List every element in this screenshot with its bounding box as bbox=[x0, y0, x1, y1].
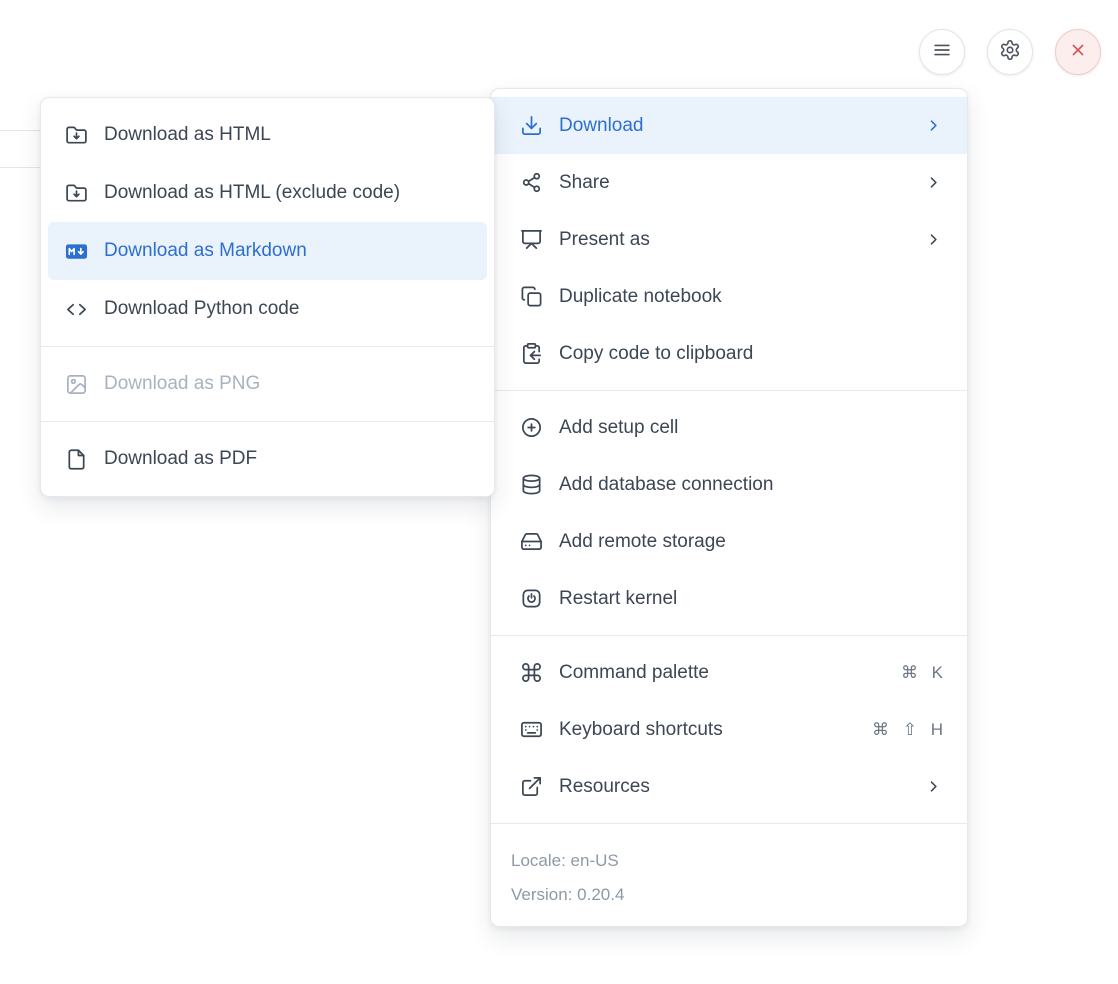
hamburger-menu-icon bbox=[931, 39, 953, 66]
version-text: Version: 0.20.4 bbox=[511, 878, 947, 912]
download-icon bbox=[519, 114, 543, 138]
image-icon bbox=[64, 372, 88, 396]
submenu-item-download-html[interactable]: Download as HTML bbox=[41, 106, 494, 164]
menu-item-label: Command palette bbox=[559, 662, 901, 684]
background-toolbar-fragment bbox=[0, 130, 40, 168]
notebook-actions-menu: Download Share Present as Duplicate note… bbox=[490, 88, 968, 927]
code-icon bbox=[64, 297, 88, 321]
menu-item-label: Present as bbox=[559, 229, 924, 251]
menu-item-present-as[interactable]: Present as bbox=[491, 211, 967, 268]
close-button[interactable] bbox=[1055, 29, 1101, 75]
external-link-icon bbox=[519, 775, 543, 799]
shortcut-hint: ⌘ K bbox=[901, 663, 943, 683]
hard-drive-icon bbox=[519, 530, 543, 554]
share-icon bbox=[519, 171, 543, 195]
download-submenu: Download as HTML Download as HTML (exclu… bbox=[40, 97, 495, 497]
folder-download-icon bbox=[64, 123, 88, 147]
locale-text: Locale: en-US bbox=[511, 844, 947, 878]
menu-item-share[interactable]: Share bbox=[491, 154, 967, 211]
menu-item-restart-kernel[interactable]: Restart kernel bbox=[491, 570, 967, 627]
keyboard-icon bbox=[519, 718, 543, 742]
menu-separator bbox=[41, 346, 494, 347]
settings-button[interactable] bbox=[987, 29, 1033, 75]
settings-gear-icon bbox=[999, 39, 1021, 66]
menu-item-add-setup-cell[interactable]: Add setup cell bbox=[491, 399, 967, 456]
presentation-icon bbox=[519, 228, 543, 252]
menu-item-add-database-connection[interactable]: Add database connection bbox=[491, 456, 967, 513]
menu-item-keyboard-shortcuts[interactable]: Keyboard shortcuts ⌘ ⇧ H bbox=[491, 701, 967, 758]
power-icon bbox=[519, 587, 543, 611]
folder-download-icon bbox=[64, 181, 88, 205]
menu-item-duplicate-notebook[interactable]: Duplicate notebook bbox=[491, 268, 967, 325]
chevron-right-icon bbox=[924, 173, 943, 192]
menu-item-label: Download bbox=[559, 115, 924, 137]
plus-circle-icon bbox=[519, 416, 543, 440]
menu-item-label: Keyboard shortcuts bbox=[559, 719, 872, 741]
menu-item-label: Restart kernel bbox=[559, 588, 943, 610]
menu-item-label: Add database connection bbox=[559, 474, 943, 496]
database-icon bbox=[519, 473, 543, 497]
chevron-right-icon bbox=[924, 777, 943, 796]
menu-item-label: Download as PNG bbox=[104, 373, 474, 395]
shortcut-hint: ⌘ ⇧ H bbox=[872, 720, 943, 740]
submenu-item-download-html-exclude-code[interactable]: Download as HTML (exclude code) bbox=[41, 164, 494, 222]
menu-item-label: Add setup cell bbox=[559, 417, 943, 439]
menu-item-label: Download as Markdown bbox=[104, 240, 474, 262]
menu-item-label: Resources bbox=[559, 776, 924, 798]
menu-item-download[interactable]: Download bbox=[491, 97, 967, 154]
menu-item-label: Copy code to clipboard bbox=[559, 343, 943, 365]
chevron-right-icon bbox=[924, 116, 943, 135]
menu-item-label: Download as PDF bbox=[104, 448, 474, 470]
menu-item-label: Duplicate notebook bbox=[559, 286, 943, 308]
menu-separator bbox=[41, 421, 494, 422]
chevron-right-icon bbox=[924, 230, 943, 249]
menu-item-command-palette[interactable]: Command palette ⌘ K bbox=[491, 644, 967, 701]
hamburger-menu-button[interactable] bbox=[919, 29, 965, 75]
menu-item-label: Download Python code bbox=[104, 298, 474, 320]
submenu-item-download-pdf[interactable]: Download as PDF bbox=[41, 430, 494, 488]
menu-separator bbox=[491, 823, 967, 824]
submenu-item-download-png: Download as PNG bbox=[41, 355, 494, 413]
menu-separator bbox=[491, 635, 967, 636]
menu-item-label: Add remote storage bbox=[559, 531, 943, 553]
menu-item-label: Share bbox=[559, 172, 924, 194]
markdown-icon bbox=[64, 239, 88, 263]
submenu-item-download-python-code[interactable]: Download Python code bbox=[41, 280, 494, 338]
clipboard-copy-icon bbox=[519, 342, 543, 366]
close-x-icon bbox=[1067, 39, 1089, 66]
menu-footer: Locale: en-US Version: 0.20.4 bbox=[491, 832, 967, 918]
menu-item-resources[interactable]: Resources bbox=[491, 758, 967, 815]
menu-item-label: Download as HTML bbox=[104, 124, 474, 146]
menu-item-copy-code[interactable]: Copy code to clipboard bbox=[491, 325, 967, 382]
duplicate-icon bbox=[519, 285, 543, 309]
header-buttons bbox=[919, 29, 1101, 75]
command-icon bbox=[519, 661, 543, 685]
file-icon bbox=[64, 447, 88, 471]
menu-separator bbox=[491, 390, 967, 391]
menu-item-label: Download as HTML (exclude code) bbox=[104, 182, 474, 204]
submenu-item-download-markdown[interactable]: Download as Markdown bbox=[48, 222, 487, 280]
menu-item-add-remote-storage[interactable]: Add remote storage bbox=[491, 513, 967, 570]
